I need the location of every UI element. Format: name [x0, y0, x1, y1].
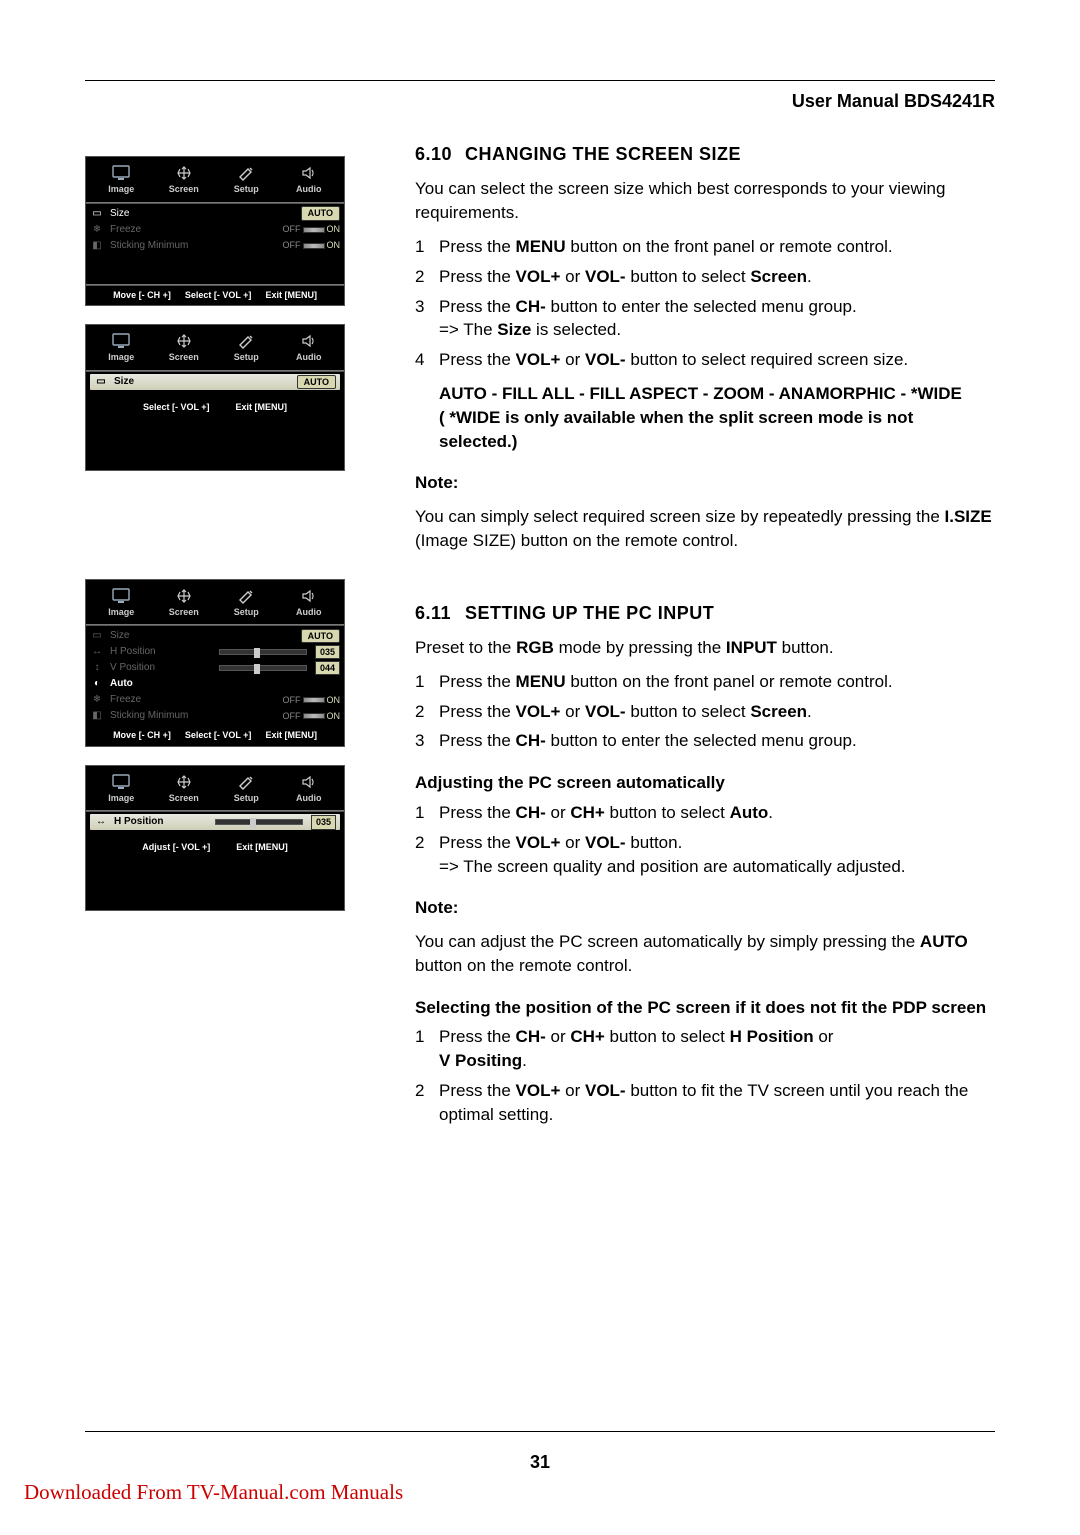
auto-adjust-heading: Adjusting the PC screen automatically — [415, 771, 995, 795]
monitor-icon — [111, 333, 131, 349]
header-rule — [85, 80, 995, 81]
tab-image: Image — [92, 163, 151, 198]
tools-icon — [236, 165, 256, 181]
note-label: Note: — [415, 471, 995, 495]
row-size: ▭ Size AUTO — [90, 206, 340, 222]
wide-note: ( *WIDE is only available when the split… — [439, 408, 913, 451]
row-size-selected: ▭ Size AUTO — [90, 374, 340, 390]
monitor-icon — [111, 774, 131, 790]
section-610-steps: Press the MENU button on the front panel… — [415, 235, 995, 372]
tools-icon — [236, 588, 256, 604]
speaker-icon — [299, 774, 319, 790]
download-source-link[interactable]: Downloaded From TV-Manual.com Manuals — [24, 1478, 403, 1507]
osd-hints: Adjust [- VOL +] Exit [MENU] — [86, 838, 344, 858]
row-sticking: ◧ Sticking Minimum OFFON — [90, 238, 340, 254]
size-row-icon: ▭ — [90, 207, 104, 221]
arrows-icon — [174, 774, 194, 790]
row-freeze: ❄ Freeze OFFON — [90, 222, 340, 238]
section-611-preset: Preset to the RGB mode by pressing the I… — [415, 636, 995, 660]
size-value: AUTO — [297, 375, 336, 390]
osd-hints: Move [- CH +] Select [- VOL +] Exit [MEN… — [86, 286, 344, 306]
screen-modes: AUTO - FILL ALL - FILL ASPECT - ZOOM - A… — [439, 384, 962, 403]
speaker-icon — [299, 333, 319, 349]
size-row-icon: ▭ — [94, 375, 108, 389]
row-hposition-selected: ↔ H Position 035 — [90, 814, 340, 830]
section-611-note: You can adjust the PC screen automatical… — [415, 930, 995, 978]
tab-screen: Screen — [155, 163, 214, 198]
freeze-icon: ❄ — [90, 223, 104, 237]
section-610-heading: 6.10CHANGING THE SCREEN SIZE — [415, 142, 995, 167]
speaker-icon — [299, 165, 319, 181]
tab-setup: Setup — [217, 163, 276, 198]
monitor-icon — [111, 588, 131, 604]
tab-audio: Audio — [280, 163, 339, 198]
sticking-icon: ◧ — [90, 239, 104, 253]
osd-hposition-adjust: Image Screen Setup Audio ↔ H Position 03… — [85, 765, 345, 911]
osd-size-adjust: Image Screen Setup Audio ▭ Size AUTO Sel… — [85, 324, 345, 470]
tools-icon — [236, 333, 256, 349]
page-number: 31 — [85, 1450, 995, 1475]
tools-icon — [236, 774, 256, 790]
manual-title: User Manual BDS4241R — [85, 89, 995, 114]
arrows-icon — [174, 333, 194, 349]
osd-hints: Move [- CH +] Select [- VOL +] Exit [MEN… — [86, 726, 344, 746]
size-value: AUTO — [301, 206, 340, 221]
section-611-heading: 6.11SETTING UP THE PC INPUT — [415, 601, 995, 626]
footer-rule — [85, 1431, 995, 1432]
section-610-intro: You can select the screen size which bes… — [415, 177, 995, 225]
arrows-icon — [174, 165, 194, 181]
auto-adjust-steps: Press the CH- or CH+ button to select Au… — [415, 801, 995, 878]
position-heading: Selecting the position of the PC screen … — [415, 996, 995, 1020]
monitor-icon — [111, 165, 131, 181]
section-611-steps: Press the MENU button on the front panel… — [415, 670, 995, 753]
note-label: Note: — [415, 896, 995, 920]
osd-hints: Select [- VOL +] Exit [MENU] — [86, 398, 344, 418]
section-610-note: You can simply select required screen si… — [415, 505, 995, 553]
arrows-icon — [174, 588, 194, 604]
osd-screen-pc: Image Screen Setup Audio ▭SizeAUTO ↔H Po… — [85, 579, 345, 747]
osd-screen-menu: Image Screen Setup Audio — [85, 156, 345, 306]
speaker-icon — [299, 588, 319, 604]
position-steps: Press the CH- or CH+ button to select H … — [415, 1025, 995, 1126]
